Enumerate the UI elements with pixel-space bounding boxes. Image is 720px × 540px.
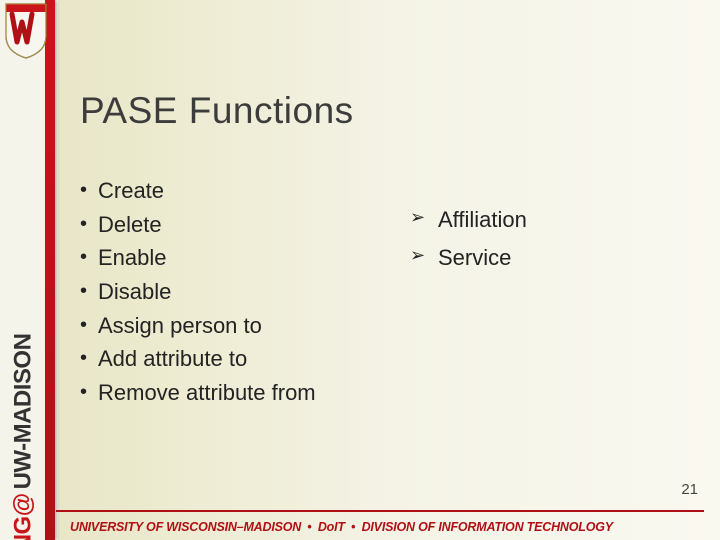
uw-crest-logo xyxy=(4,2,48,60)
list-item: •Create xyxy=(80,176,380,206)
dot-separator-icon: • xyxy=(307,520,311,534)
footer-divider xyxy=(56,510,704,512)
slide-title: PASE Functions xyxy=(80,90,700,132)
list-item-label: Remove attribute from xyxy=(98,378,316,408)
bullet-icon: • xyxy=(80,176,98,204)
bullet-icon: • xyxy=(80,243,98,271)
bullet-icon: • xyxy=(80,277,98,305)
list-item-label: Enable xyxy=(98,243,167,273)
bullet-icon: • xyxy=(80,210,98,238)
list-item: •Add attribute to xyxy=(80,344,380,374)
sidebar-accent xyxy=(45,0,55,540)
list-item-label: Affiliation xyxy=(438,204,527,236)
list-item-label: Create xyxy=(98,176,164,206)
brand-at: @ xyxy=(9,493,36,516)
right-arrow-list: ➢Affiliation ➢Service xyxy=(410,176,640,412)
list-item: •Remove attribute from xyxy=(80,378,380,408)
brand-word-computing: COMPUTING xyxy=(9,516,36,540)
bullet-icon: • xyxy=(80,344,98,372)
arrow-icon: ➢ xyxy=(410,204,438,232)
list-item-label: Service xyxy=(438,242,511,274)
footer-segment: DIVISION OF INFORMATION TECHNOLOGY xyxy=(362,520,613,534)
list-item-label: Add attribute to xyxy=(98,344,247,374)
sidebar-brand-text: COMPUTING@ UW-MADISON xyxy=(1,70,45,510)
list-item: •Enable xyxy=(80,243,380,273)
arrow-icon: ➢ xyxy=(410,242,438,270)
list-item-label: Delete xyxy=(98,210,162,240)
brand-word-uw: UW-MADISON xyxy=(9,334,36,490)
slide-content: PASE Functions •Create •Delete •Enable •… xyxy=(80,90,700,412)
list-item: •Assign person to xyxy=(80,311,380,341)
left-bullet-list: •Create •Delete •Enable •Disable •Assign… xyxy=(80,176,380,412)
list-item-label: Disable xyxy=(98,277,171,307)
footer-segment: UNIVERSITY OF WISCONSIN–MADISON xyxy=(70,520,301,534)
footer-text: UNIVERSITY OF WISCONSIN–MADISON • DoIT •… xyxy=(70,520,710,534)
footer-segment: DoIT xyxy=(318,520,345,534)
list-item-label: Assign person to xyxy=(98,311,262,341)
bullet-icon: • xyxy=(80,378,98,406)
list-item: ➢Service xyxy=(410,242,640,274)
page-number: 21 xyxy=(681,481,698,498)
dot-separator-icon: • xyxy=(351,520,355,534)
bullet-icon: • xyxy=(80,311,98,339)
list-item: ➢Affiliation xyxy=(410,204,640,236)
list-item: •Delete xyxy=(80,210,380,240)
list-item: •Disable xyxy=(80,277,380,307)
